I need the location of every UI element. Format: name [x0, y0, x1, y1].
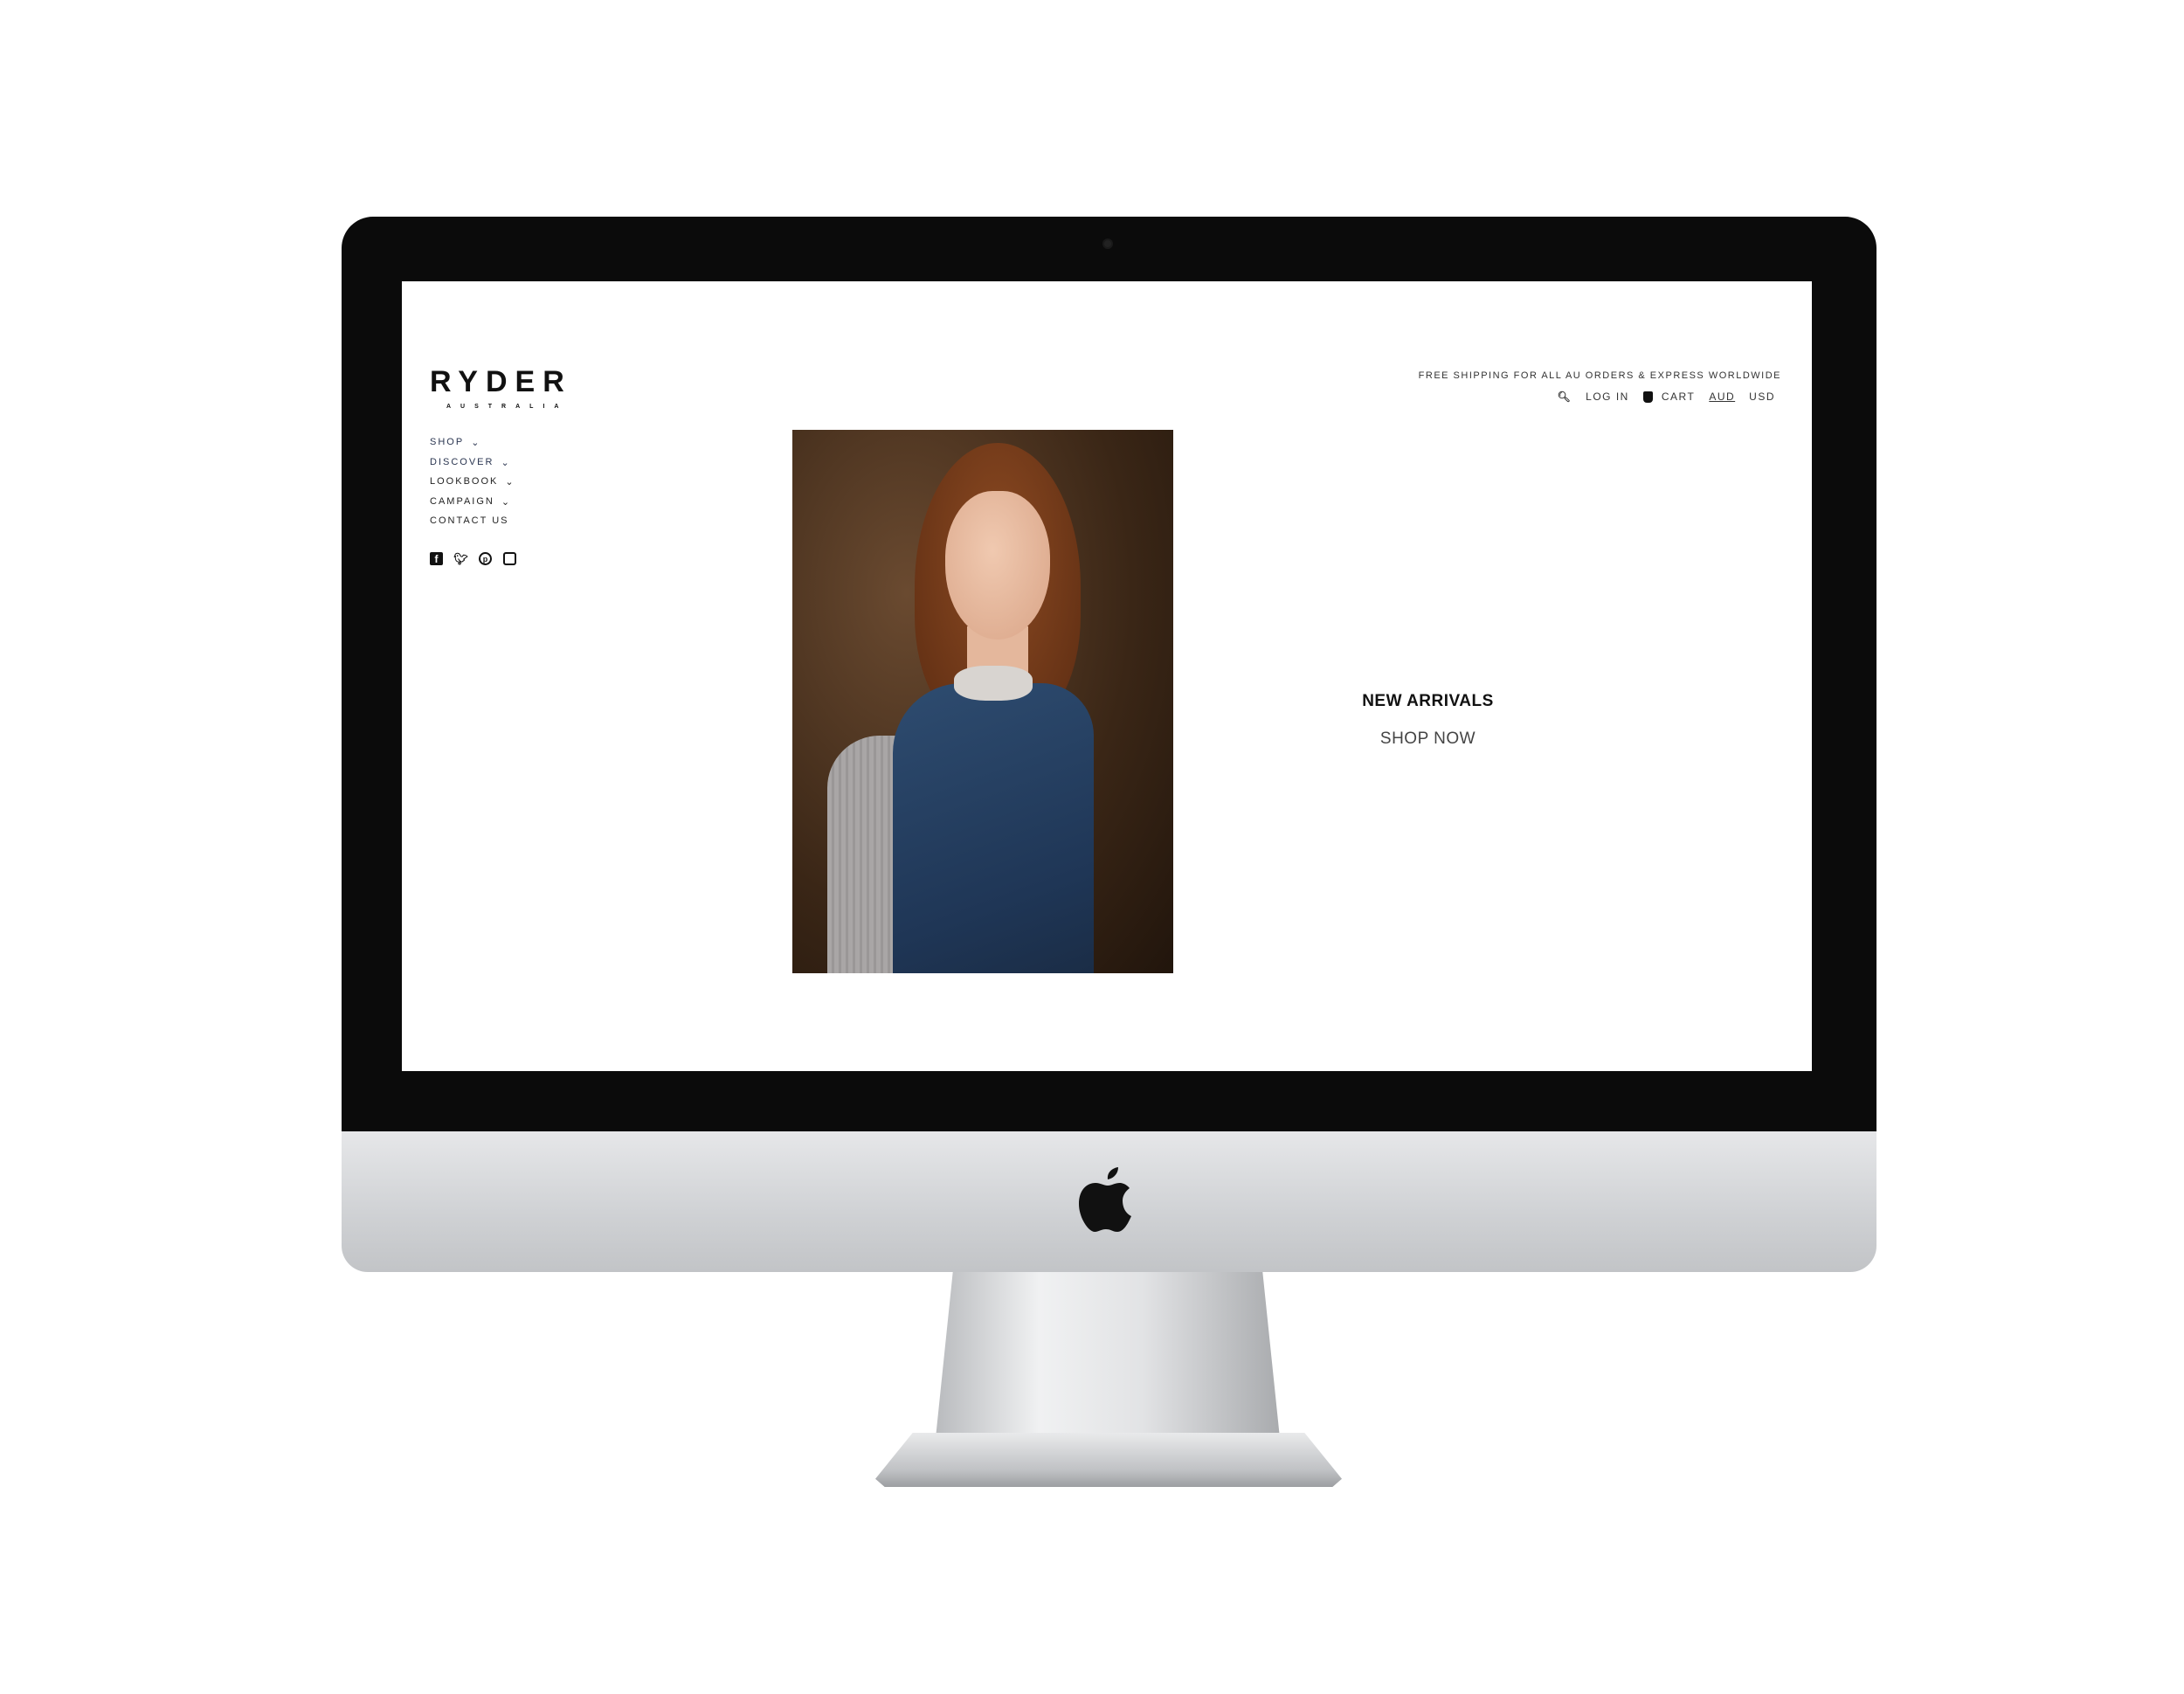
- hero-image[interactable]: [792, 430, 1173, 973]
- nav-item-contact-us[interactable]: CONTACT US: [430, 515, 515, 536]
- shop-now-link[interactable]: SHOP NOW: [1351, 729, 1504, 749]
- nav-label: CONTACT US: [430, 515, 509, 526]
- nav-item-campaign[interactable]: CAMPAIGN ⌄: [430, 496, 515, 516]
- apple-logo-icon: [1079, 1167, 1131, 1232]
- vest-shape: [893, 683, 1094, 973]
- chevron-down-icon: ⌄: [501, 457, 511, 468]
- nav-item-discover[interactable]: DISCOVER ⌄: [430, 457, 515, 477]
- site-logo[interactable]: RYDER: [430, 365, 572, 399]
- shipping-banner: FREE SHIPPING FOR ALL AU ORDERS & EXPRES…: [1418, 370, 1781, 381]
- nav-item-lookbook[interactable]: LOOKBOOK ⌄: [430, 476, 515, 496]
- facebook-icon[interactable]: f: [430, 552, 443, 565]
- chevron-down-icon: ⌄: [471, 438, 481, 448]
- collar-shape: [954, 666, 1033, 701]
- webcam: [1102, 239, 1113, 249]
- pinterest-icon[interactable]: p: [479, 552, 492, 565]
- imac-stand: [936, 1272, 1280, 1438]
- instagram-icon[interactable]: [503, 552, 516, 565]
- nav-label: CAMPAIGN: [430, 495, 494, 507]
- nav-label: LOOKBOOK: [430, 476, 499, 487]
- currency-usd[interactable]: USD: [1749, 391, 1775, 403]
- main-nav: SHOP ⌄ DISCOVER ⌄ LOOKBOOK ⌄ CAMPAIGN ⌄ CONT…: [430, 437, 515, 536]
- currency-aud[interactable]: AUD: [1709, 391, 1735, 403]
- chevron-down-icon: ⌄: [505, 477, 515, 487]
- imac-stand-base: [875, 1433, 1342, 1487]
- nav-label: DISCOVER: [430, 456, 494, 467]
- cart-link[interactable]: CART: [1642, 391, 1696, 403]
- utility-bar: 🔍︎ LOG IN CART AUD USD: [1557, 391, 1775, 403]
- hero-title: NEW ARRIVALS: [1362, 692, 1494, 710]
- search-icon[interactable]: 🔍︎: [1557, 391, 1572, 403]
- site-logo-sub: AUSTRALIA: [446, 404, 569, 410]
- shopping-bag-icon: [1642, 391, 1653, 403]
- nav-label: SHOP: [430, 437, 465, 447]
- face-shape: [945, 491, 1050, 640]
- cart-label: CART: [1661, 391, 1696, 403]
- login-link[interactable]: LOG IN: [1586, 391, 1629, 403]
- social-links: f 🐦︎ p: [430, 552, 516, 565]
- website-screen: RYDER AUSTRALIA SHOP ⌄ DISCOVER ⌄ LOOKBOOK…: [402, 281, 1812, 1071]
- twitter-icon[interactable]: 🐦︎: [453, 552, 468, 565]
- nav-item-shop[interactable]: SHOP ⌄: [430, 437, 515, 457]
- chevron-down-icon: ⌄: [501, 496, 512, 508]
